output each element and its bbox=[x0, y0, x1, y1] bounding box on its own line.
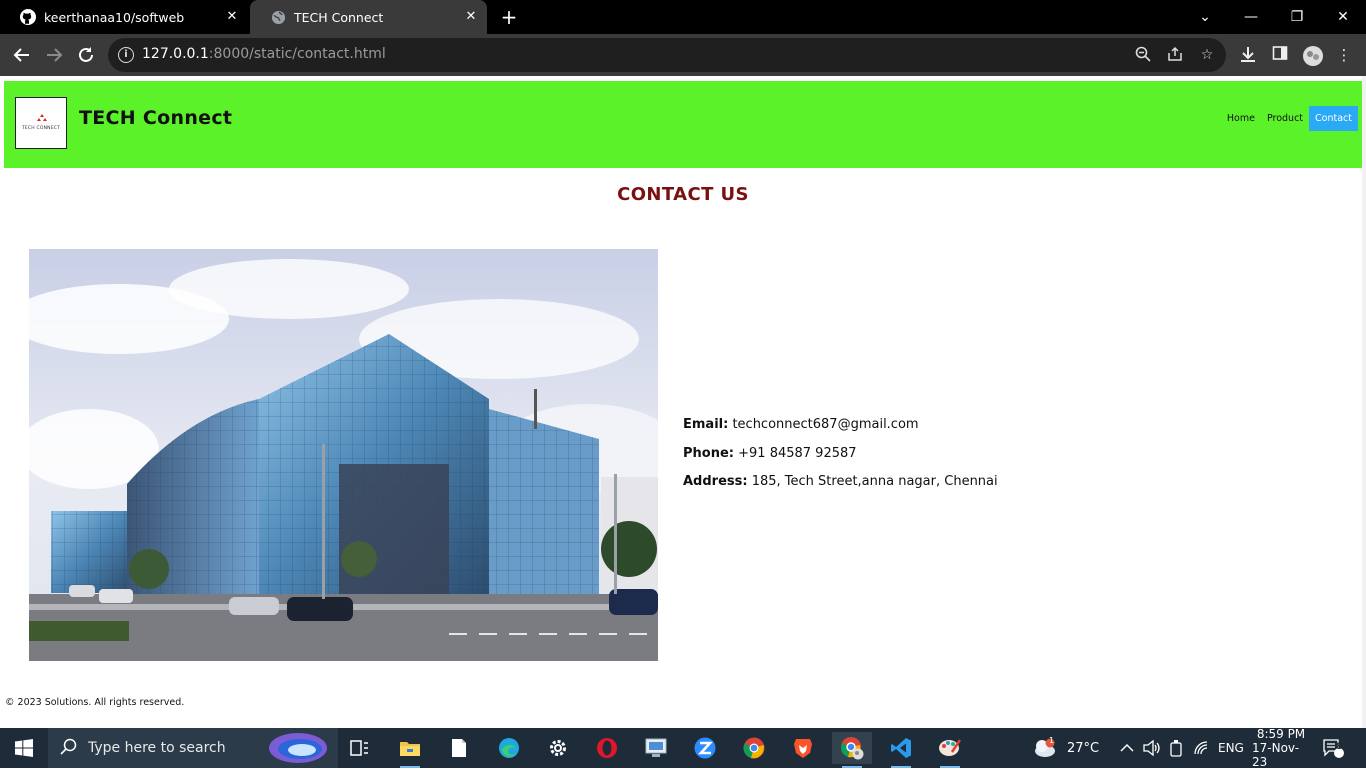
notification-count: 8 bbox=[1336, 742, 1343, 752]
chrome-icon[interactable] bbox=[734, 732, 774, 764]
page-scrollbar[interactable] bbox=[1362, 76, 1366, 728]
logo-text: TECH CONNECT bbox=[21, 126, 61, 131]
weather-badge: 1 bbox=[1049, 736, 1055, 745]
browser-tab-tech-connect[interactable]: TECH Connect ✕ bbox=[250, 0, 487, 34]
contact-details: Email: techconnect687@gmail.com Phone: +… bbox=[683, 417, 998, 503]
zoom-app-icon[interactable] bbox=[685, 732, 725, 764]
bookmark-star-icon[interactable]: ☆ bbox=[1198, 46, 1216, 64]
remote-desktop-icon[interactable] bbox=[636, 732, 676, 764]
url-text: 127.0.0.1:8000/static/contact.html bbox=[142, 46, 386, 62]
zoom-icon[interactable] bbox=[1134, 46, 1152, 64]
notification-center-icon[interactable]: 8 bbox=[1322, 728, 1344, 768]
browser-menu-icon[interactable]: ⋮ bbox=[1334, 45, 1354, 65]
vscode-icon[interactable] bbox=[881, 732, 921, 768]
site-header: TECH CONNECT TECH Connect Home Product C… bbox=[4, 81, 1362, 168]
contact-email-row: Email: techconnect687@gmail.com bbox=[683, 417, 998, 446]
nav-home-link[interactable]: Home bbox=[1221, 106, 1261, 131]
browser-tab-github[interactable]: keerthanaa10/softweb ✕ bbox=[0, 0, 248, 34]
address-label: Address: bbox=[683, 474, 748, 489]
close-tab-icon[interactable]: ✕ bbox=[224, 9, 240, 25]
language-indicator[interactable]: ENG bbox=[1218, 728, 1244, 768]
share-icon[interactable] bbox=[1166, 46, 1184, 64]
edge-browser-icon[interactable] bbox=[489, 732, 529, 764]
show-hidden-icons-chevron-icon[interactable] bbox=[1120, 728, 1134, 768]
email-value: techconnect687@gmail.com bbox=[732, 417, 919, 432]
phone-label: Phone: bbox=[683, 445, 734, 461]
new-tab-icon[interactable]: + bbox=[498, 6, 520, 28]
search-icon bbox=[60, 738, 77, 755]
nav-product-link[interactable]: Product bbox=[1261, 106, 1309, 131]
page-title: CONTACT US bbox=[617, 184, 749, 205]
opera-browser-icon[interactable] bbox=[587, 732, 627, 764]
profile-avatar-icon[interactable] bbox=[1302, 45, 1323, 66]
taskbar-search-box[interactable]: Type here to search bbox=[48, 728, 338, 768]
chrome-profile-icon[interactable] bbox=[832, 732, 872, 768]
network-wifi-icon[interactable] bbox=[1193, 728, 1209, 768]
side-panel-icon[interactable] bbox=[1270, 45, 1290, 65]
logo-triangles-icon bbox=[37, 114, 47, 121]
forward-arrow-icon[interactable] bbox=[42, 43, 66, 67]
speaker-volume-icon[interactable] bbox=[1143, 728, 1161, 768]
back-arrow-icon[interactable] bbox=[10, 43, 34, 67]
site-brand-title: TECH Connect bbox=[79, 107, 233, 129]
site-logo[interactable]: TECH CONNECT bbox=[15, 97, 67, 149]
window-close-icon[interactable]: ✕ bbox=[1320, 0, 1366, 34]
contact-phone-row: Phone: +91 84587 92587 bbox=[683, 446, 998, 475]
settings-gear-icon[interactable] bbox=[538, 732, 578, 764]
browser-tab-strip: keerthanaa10/softweb ✕ TECH Connect ✕ + … bbox=[0, 0, 1366, 34]
reload-icon[interactable] bbox=[74, 43, 98, 67]
site-nav: Home Product Contact bbox=[1221, 106, 1358, 131]
weather-cloud-icon bbox=[1035, 738, 1055, 757]
windows-taskbar: Type here to search 1 27°C ENG 8:59 PM 1… bbox=[0, 727, 1366, 769]
notepad-icon[interactable] bbox=[439, 732, 479, 764]
paint-app-icon[interactable] bbox=[930, 732, 970, 768]
office-building-photo bbox=[29, 249, 658, 661]
clock-date: 17-Nov-23 bbox=[1252, 741, 1300, 769]
battery-plug-icon[interactable] bbox=[1168, 728, 1184, 768]
weather-widget[interactable]: 1 27°C bbox=[1034, 728, 1099, 768]
windows-start-icon[interactable] bbox=[0, 728, 48, 768]
globe-icon bbox=[270, 9, 286, 25]
site-footer: © 2023 Solutions. All rights reserved. bbox=[5, 697, 185, 708]
weather-temp: 27°C bbox=[1067, 740, 1100, 756]
tab-label: keerthanaa10/softweb bbox=[44, 9, 185, 25]
clock[interactable]: 8:59 PM 17-Nov-23 bbox=[1252, 727, 1310, 769]
github-icon bbox=[20, 9, 36, 25]
phone-value: +91 84587 92587 bbox=[738, 445, 857, 461]
tab-label: TECH Connect bbox=[294, 9, 384, 25]
address-bar[interactable]: i 127.0.0.1:8000/static/contact.html ☆ bbox=[108, 38, 1226, 72]
file-explorer-icon[interactable] bbox=[390, 732, 430, 768]
tab-search-chevron-icon[interactable]: ⌄ bbox=[1182, 0, 1228, 34]
clock-time: 8:59 PM bbox=[1256, 727, 1306, 741]
restore-icon[interactable]: ❐ bbox=[1274, 0, 1320, 34]
download-icon[interactable] bbox=[1238, 45, 1258, 65]
minimize-icon[interactable]: — bbox=[1228, 0, 1274, 34]
contact-address-row: Address: 185, Tech Street,anna nagar, Ch… bbox=[683, 474, 998, 503]
email-label: Email: bbox=[683, 417, 729, 432]
brave-browser-icon[interactable] bbox=[783, 732, 823, 764]
browser-toolbar: i 127.0.0.1:8000/static/contact.html ☆ ⋮ bbox=[0, 34, 1366, 76]
close-tab-icon[interactable]: ✕ bbox=[463, 9, 479, 25]
web-page: TECH CONNECT TECH Connect Home Product C… bbox=[0, 76, 1362, 728]
site-info-icon[interactable]: i bbox=[118, 47, 134, 63]
nav-contact-link[interactable]: Contact bbox=[1309, 106, 1358, 131]
search-placeholder: Type here to search bbox=[88, 740, 226, 756]
address-value: 185, Tech Street,anna nagar, Chennai bbox=[751, 474, 998, 489]
search-highlight-icon bbox=[269, 733, 327, 763]
task-view-icon[interactable] bbox=[340, 732, 380, 764]
